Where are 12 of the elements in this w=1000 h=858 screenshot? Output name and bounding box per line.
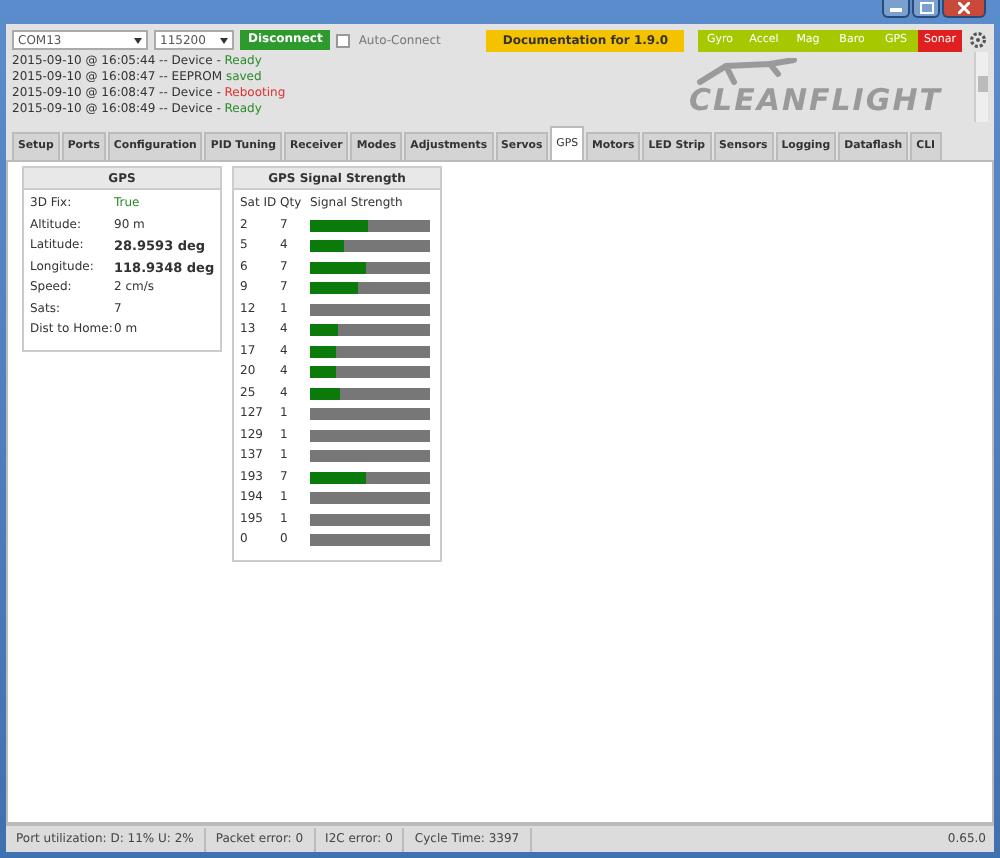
maximize-button[interactable] <box>912 0 940 18</box>
close-button[interactable] <box>942 0 986 18</box>
checkbox[interactable] <box>336 33 351 47</box>
close-icon <box>958 2 970 14</box>
minimize-button[interactable] <box>882 0 910 18</box>
settings-icon[interactable] <box>968 30 988 50</box>
logo-drawing: CLEANFLIGHT <box>689 58 942 116</box>
maximize-icon <box>919 2 933 14</box>
caret-icon <box>220 37 228 43</box>
caret-icon <box>134 37 142 43</box>
minimize-icon <box>890 5 902 11</box>
scrollbar[interactable] <box>974 52 988 122</box>
